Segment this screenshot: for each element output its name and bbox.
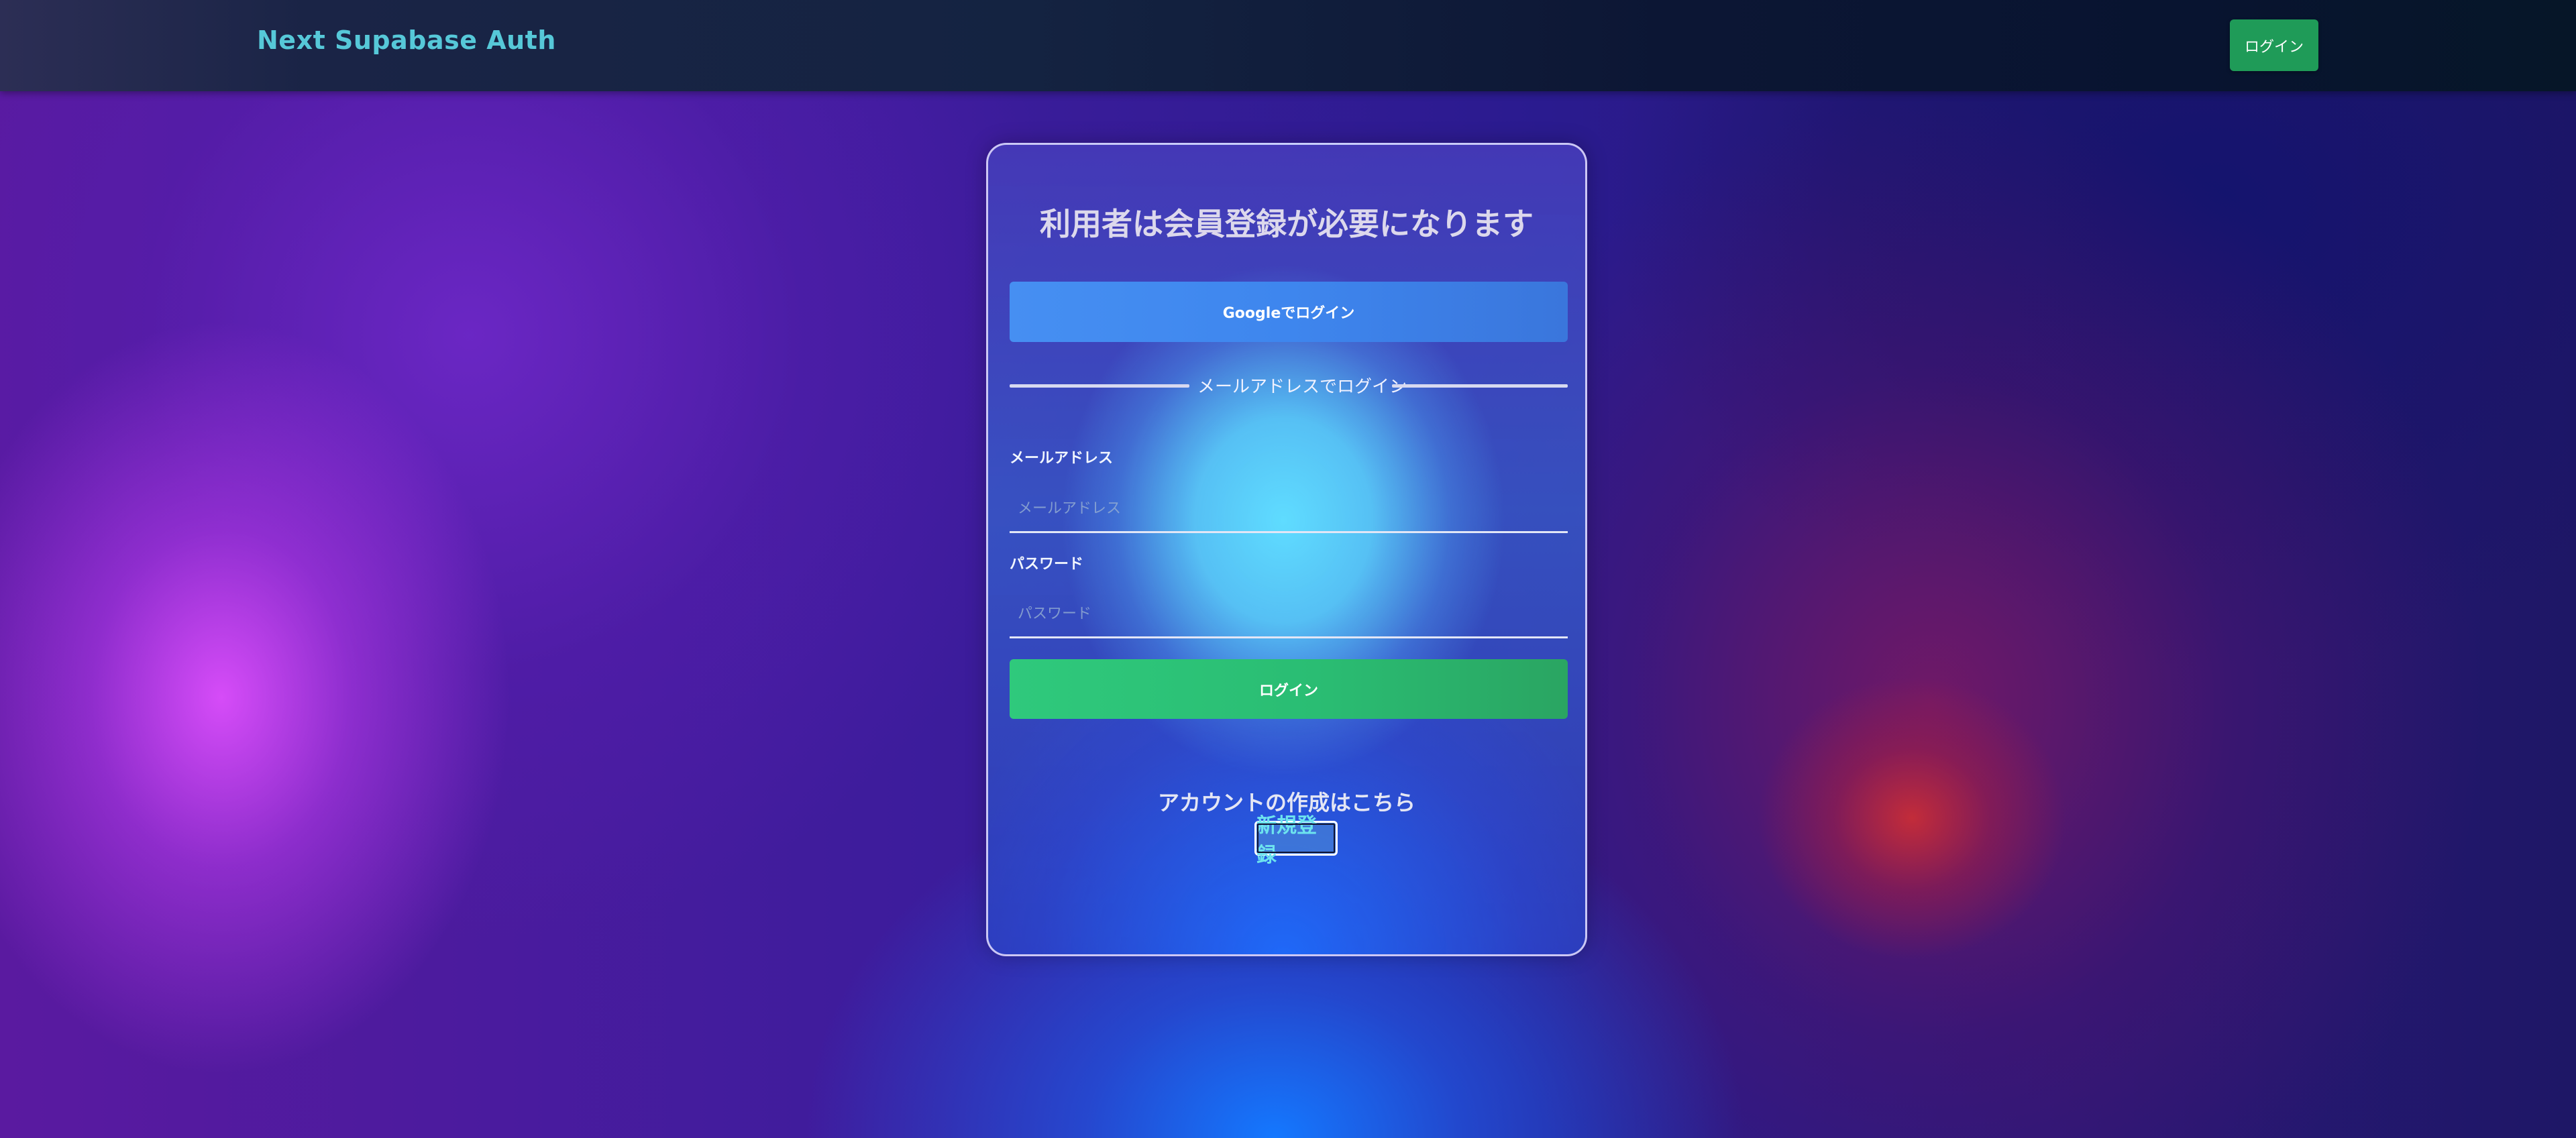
google-login-button[interactable]: Googleでログイン [1010, 282, 1568, 342]
divider-line-right [1392, 384, 1568, 388]
header-login-button[interactable]: ログイン [2230, 19, 2318, 71]
email-login-divider: メールアドレスでログイン [1010, 372, 1568, 398]
divider-text: メールアドレスでログイン [1197, 377, 1407, 397]
email-field-label: メールアドレス [1010, 450, 1114, 467]
password-field-label: パスワード [1010, 556, 1084, 573]
login-submit-button[interactable]: ログイン [1010, 659, 1568, 719]
signup-link[interactable]: 新規登録 [1254, 814, 1338, 867]
page-title: 利用者は会員登録が必要になります [1040, 206, 1534, 242]
brand-logo-text[interactable]: Next Supabase Auth [257, 25, 556, 55]
auth-card: 利用者は会員登録が必要になります Googleでログイン メールアドレスでログイ… [986, 143, 1587, 956]
top-navbar: Next Supabase Auth ログイン [0, 0, 2576, 91]
divider-line-left [1010, 384, 1189, 388]
email-field[interactable] [1010, 486, 1568, 533]
password-field[interactable] [1010, 591, 1568, 638]
